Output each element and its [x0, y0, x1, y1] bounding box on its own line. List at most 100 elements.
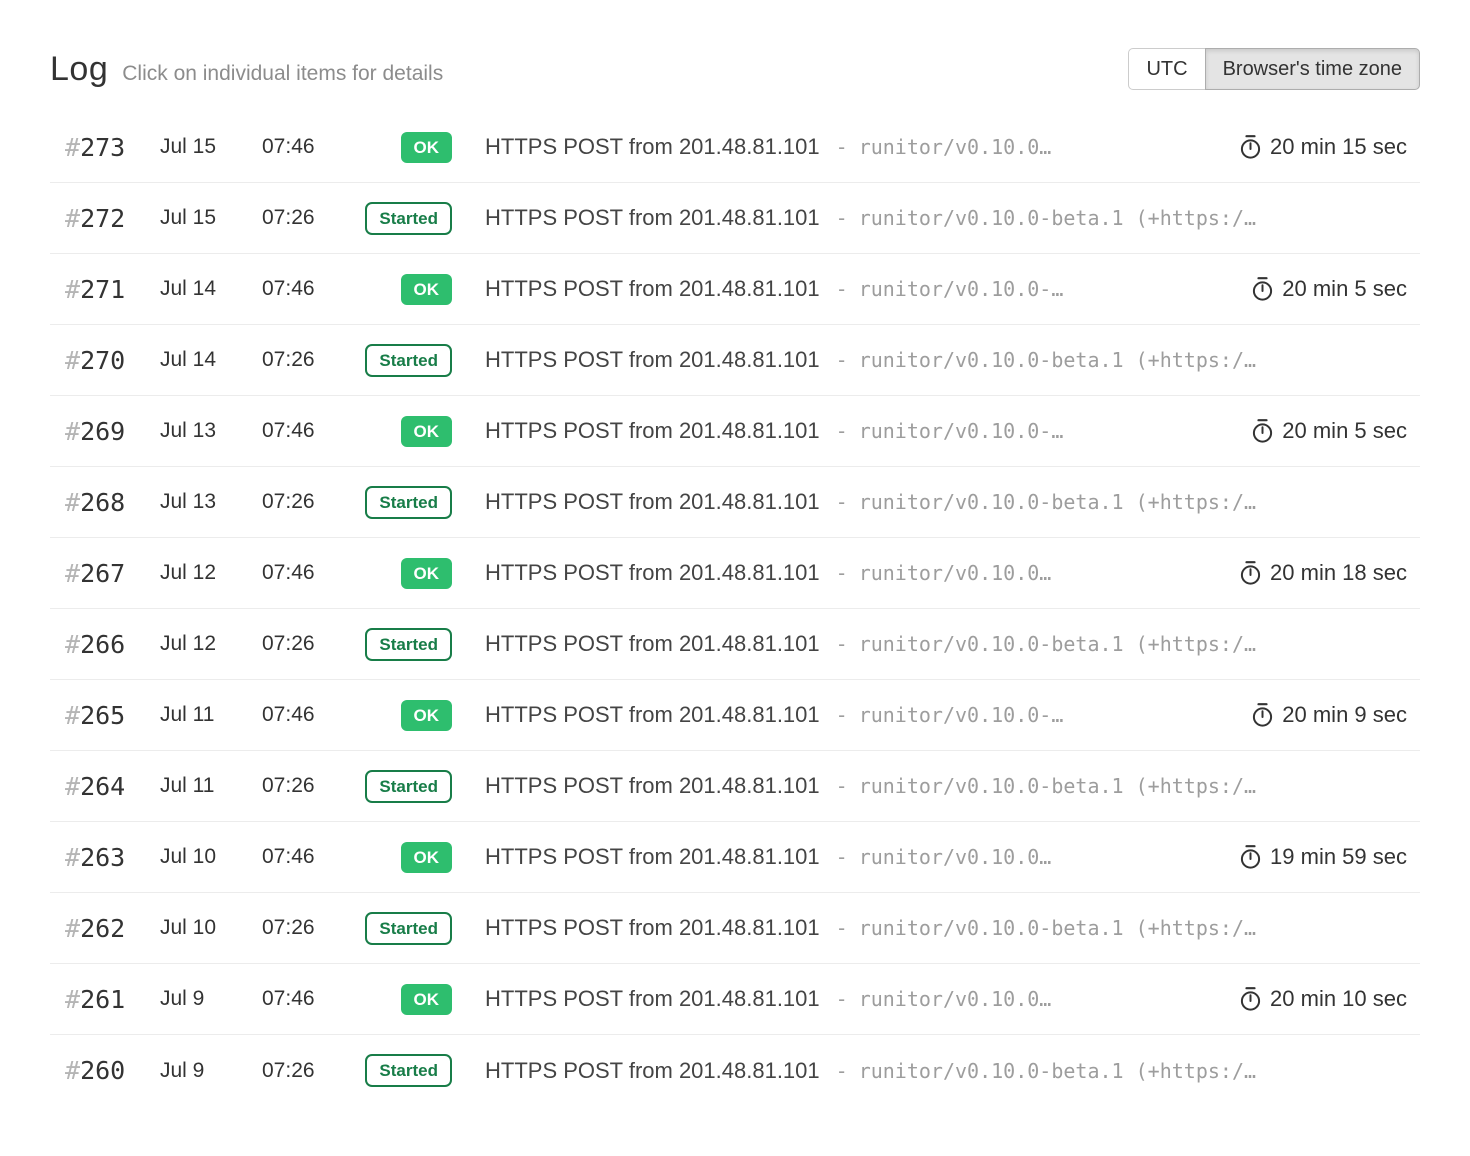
event-description: HTTPS POST from 201.48.81.101 - runitor/…: [485, 1058, 1407, 1084]
log-row[interactable]: #262 Jul 10 07:26 Started HTTPS POST fro…: [50, 893, 1420, 964]
status-badge-cell: Started: [352, 628, 452, 661]
user-agent-text: runitor/v0.10.0…: [859, 987, 1052, 1011]
status-badge: Started: [365, 202, 452, 235]
event-description: HTTPS POST from 201.48.81.101 - runitor/…: [485, 915, 1407, 941]
status-badge: OK: [401, 700, 453, 731]
log-row[interactable]: #261 Jul 9 07:46 OK HTTPS POST from 201.…: [50, 964, 1420, 1035]
page-subtitle: Click on individual items for details: [122, 62, 443, 86]
event-number: #260: [65, 1056, 160, 1085]
hash-symbol: #: [65, 133, 80, 162]
log-row[interactable]: #266 Jul 12 07:26 Started HTTPS POST fro…: [50, 609, 1420, 680]
hash-symbol: #: [65, 843, 80, 872]
status-badge: OK: [401, 132, 453, 163]
event-date: Jul 14: [160, 277, 262, 301]
event-separator: -: [836, 277, 848, 301]
event-separator: -: [836, 987, 848, 1011]
event-description: HTTPS POST from 201.48.81.101 - runitor/…: [485, 418, 1233, 444]
status-badge-cell: OK: [352, 984, 452, 1015]
event-description: HTTPS POST from 201.48.81.101 - runitor/…: [485, 702, 1233, 728]
duration-text: 20 min 9 sec: [1282, 702, 1407, 728]
event-separator: -: [836, 206, 848, 230]
event-date: Jul 12: [160, 561, 262, 585]
stopwatch-icon: [1251, 418, 1274, 444]
status-badge-cell: Started: [352, 202, 452, 235]
status-badge-cell: OK: [352, 132, 452, 163]
stopwatch-icon: [1251, 702, 1274, 728]
log-row[interactable]: #273 Jul 15 07:46 OK HTTPS POST from 201…: [50, 112, 1420, 183]
hash-symbol: #: [65, 559, 80, 588]
event-number: #273: [65, 133, 160, 162]
event-time: 07:26: [262, 916, 352, 940]
event-time: 07:26: [262, 206, 352, 230]
event-number: #269: [65, 417, 160, 446]
duration-text: 19 min 59 sec: [1270, 844, 1407, 870]
event-separator: -: [836, 774, 848, 798]
event-number: #262: [65, 914, 160, 943]
duration-text: 20 min 18 sec: [1270, 560, 1407, 586]
hash-symbol: #: [65, 772, 80, 801]
browser-timezone-toggle-button[interactable]: Browser's time zone: [1205, 48, 1420, 90]
status-badge-cell: OK: [352, 558, 452, 589]
event-time: 07:46: [262, 845, 352, 869]
log-row[interactable]: #260 Jul 9 07:26 Started HTTPS POST from…: [50, 1035, 1420, 1106]
log-row[interactable]: #269 Jul 13 07:46 OK HTTPS POST from 201…: [50, 396, 1420, 467]
log-row[interactable]: #265 Jul 11 07:46 OK HTTPS POST from 201…: [50, 680, 1420, 751]
event-date: Jul 10: [160, 916, 262, 940]
event-source-text: HTTPS POST from 201.48.81.101: [485, 1058, 820, 1084]
status-badge-cell: Started: [352, 344, 452, 377]
event-source-text: HTTPS POST from 201.48.81.101: [485, 915, 820, 941]
status-badge-cell: OK: [352, 700, 452, 731]
event-date: Jul 11: [160, 774, 262, 798]
user-agent-text: runitor/v0.10.0-beta.1 (+https:/…: [859, 774, 1256, 798]
event-source-text: HTTPS POST from 201.48.81.101: [485, 986, 820, 1012]
hash-symbol: #: [65, 701, 80, 730]
status-badge-cell: Started: [352, 486, 452, 519]
stopwatch-icon: [1251, 276, 1274, 302]
duration-cell: 20 min 10 sec: [1221, 986, 1407, 1012]
duration-cell: 20 min 9 sec: [1233, 702, 1407, 728]
event-source-text: HTTPS POST from 201.48.81.101: [485, 276, 820, 302]
event-description: HTTPS POST from 201.48.81.101 - runitor/…: [485, 986, 1221, 1012]
hash-symbol: #: [65, 204, 80, 233]
event-number: #261: [65, 985, 160, 1014]
duration-cell: 19 min 59 sec: [1221, 844, 1407, 870]
event-number: #264: [65, 772, 160, 801]
utc-toggle-button[interactable]: UTC: [1128, 48, 1205, 90]
event-source-text: HTTPS POST from 201.48.81.101: [485, 134, 820, 160]
event-time: 07:26: [262, 774, 352, 798]
duration-cell: 20 min 15 sec: [1221, 134, 1407, 160]
log-row[interactable]: #271 Jul 14 07:46 OK HTTPS POST from 201…: [50, 254, 1420, 325]
duration-cell: 20 min 18 sec: [1221, 560, 1407, 586]
user-agent-text: runitor/v0.10.0-beta.1 (+https:/…: [859, 916, 1256, 940]
hash-symbol: #: [65, 985, 80, 1014]
event-separator: -: [836, 916, 848, 940]
event-number: #265: [65, 701, 160, 730]
status-badge: Started: [365, 486, 452, 519]
event-time: 07:46: [262, 277, 352, 301]
event-number: #270: [65, 346, 160, 375]
status-badge: Started: [365, 628, 452, 661]
user-agent-text: runitor/v0.10.0-beta.1 (+https:/…: [859, 632, 1256, 656]
status-badge-cell: Started: [352, 912, 452, 945]
event-number: #266: [65, 630, 160, 659]
event-time: 07:26: [262, 1059, 352, 1083]
header-bar: Log Click on individual items for detail…: [50, 48, 1420, 90]
user-agent-text: runitor/v0.10.0-beta.1 (+https:/…: [859, 206, 1256, 230]
event-separator: -: [836, 1059, 848, 1083]
log-row[interactable]: #272 Jul 15 07:26 Started HTTPS POST fro…: [50, 183, 1420, 254]
event-separator: -: [836, 632, 848, 656]
stopwatch-icon: [1239, 986, 1262, 1012]
event-separator: -: [836, 490, 848, 514]
event-date: Jul 15: [160, 206, 262, 230]
log-page: Log Click on individual items for detail…: [0, 0, 1470, 1106]
log-row[interactable]: #268 Jul 13 07:26 Started HTTPS POST fro…: [50, 467, 1420, 538]
log-row[interactable]: #267 Jul 12 07:46 OK HTTPS POST from 201…: [50, 538, 1420, 609]
event-date: Jul 10: [160, 845, 262, 869]
event-description: HTTPS POST from 201.48.81.101 - runitor/…: [485, 773, 1407, 799]
log-row[interactable]: #264 Jul 11 07:26 Started HTTPS POST fro…: [50, 751, 1420, 822]
log-row[interactable]: #270 Jul 14 07:26 Started HTTPS POST fro…: [50, 325, 1420, 396]
status-badge: OK: [401, 842, 453, 873]
event-source-text: HTTPS POST from 201.48.81.101: [485, 631, 820, 657]
log-row[interactable]: #263 Jul 10 07:46 OK HTTPS POST from 201…: [50, 822, 1420, 893]
event-time: 07:26: [262, 632, 352, 656]
